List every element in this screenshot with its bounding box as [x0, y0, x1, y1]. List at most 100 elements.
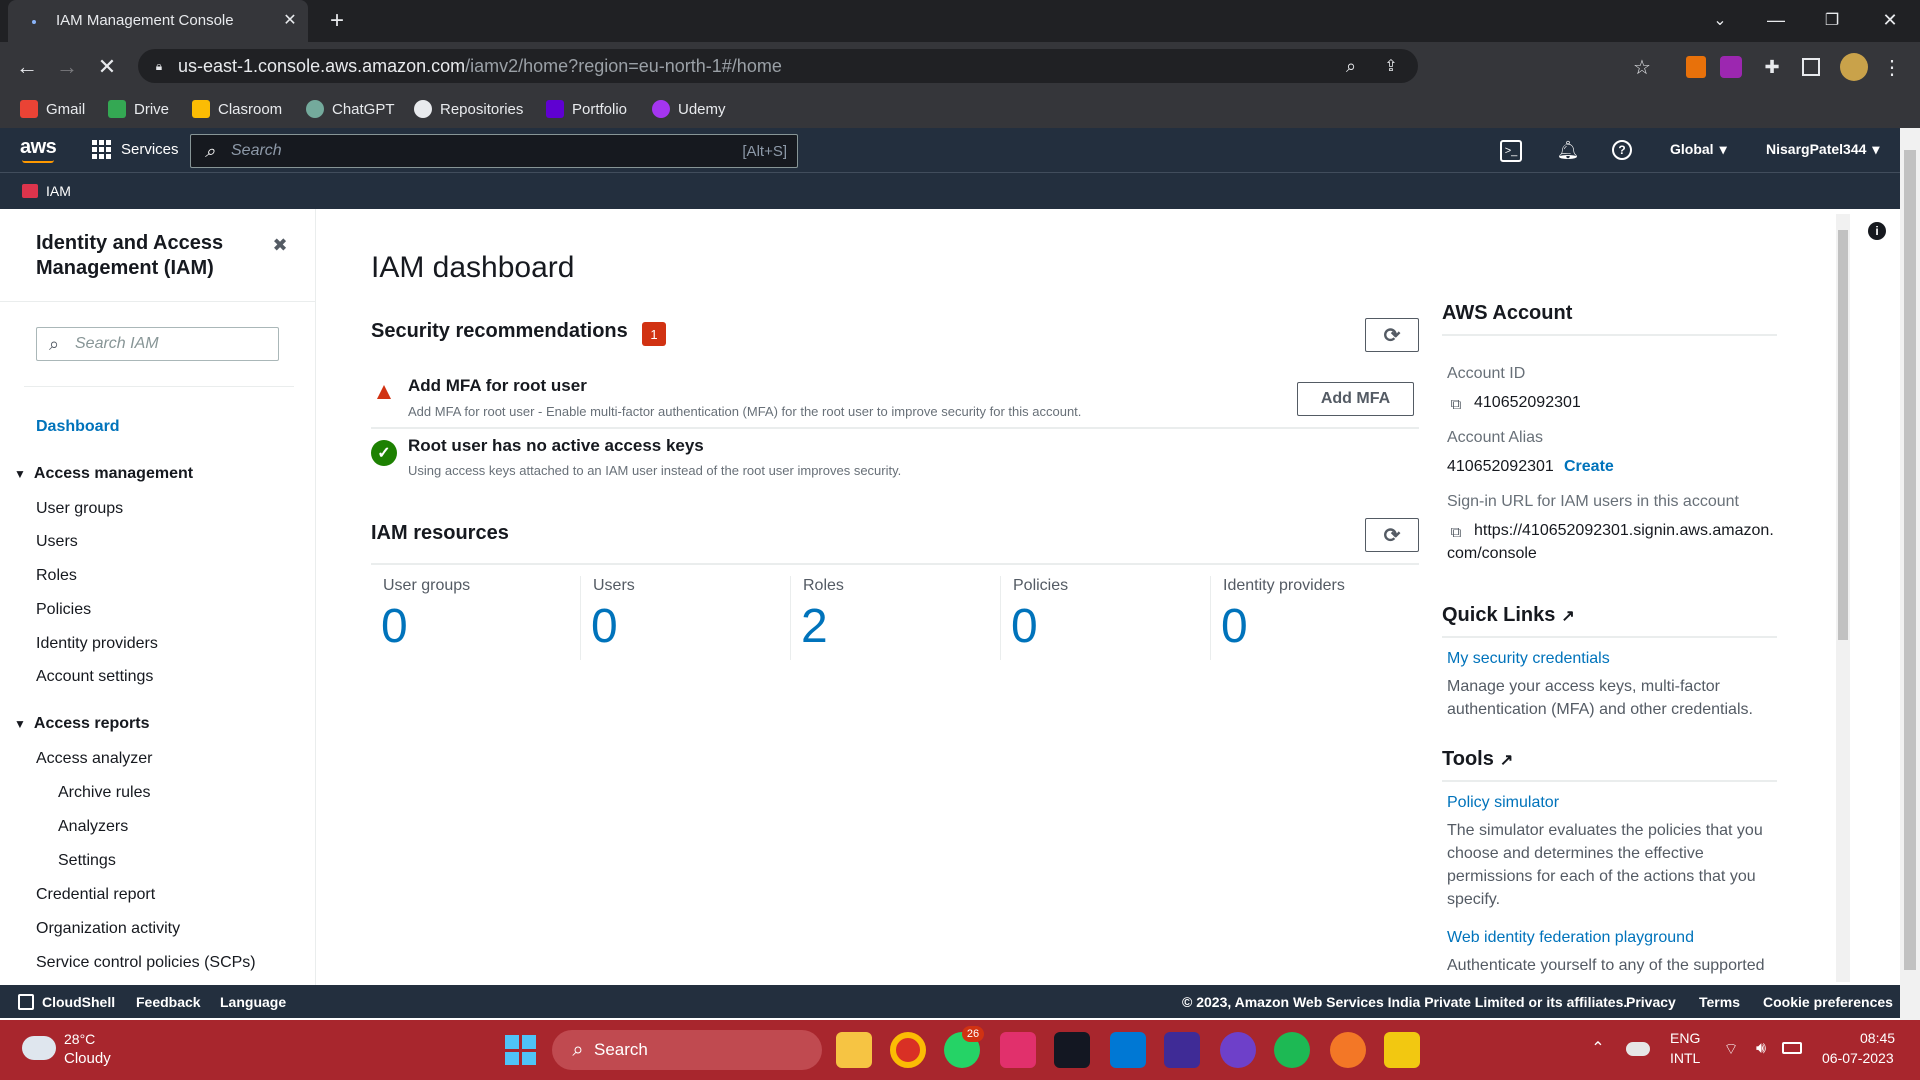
chevron-up-icon[interactable]: ⌃: [1588, 1038, 1608, 1058]
menu-icon[interactable]: ⋮: [1882, 55, 1902, 79]
sidebar-item-credential-report[interactable]: Credential report: [36, 886, 155, 904]
refresh-button[interactable]: ⟳: [1365, 318, 1419, 352]
cookie-preferences-link[interactable]: Cookie preferences: [1763, 994, 1893, 1010]
avatar[interactable]: [1840, 53, 1868, 81]
copy-icon[interactable]: ⧉: [1447, 523, 1465, 541]
sidebar-item-analyzers[interactable]: Analyzers: [58, 818, 128, 836]
sidebar-item-users[interactable]: Users: [36, 533, 78, 551]
feedback-link[interactable]: Feedback: [136, 994, 201, 1010]
info-icon[interactable]: i: [1868, 222, 1886, 240]
extension-icon[interactable]: [1686, 56, 1706, 78]
region-menu[interactable]: Global ▾: [1670, 141, 1727, 158]
extension-icon[interactable]: [1720, 56, 1742, 78]
web-identity-playground-link[interactable]: Web identity federation playground: [1447, 929, 1694, 947]
bell-icon[interactable]: 🔔︎: [1556, 138, 1580, 162]
sidebar-item-roles[interactable]: Roles: [36, 567, 77, 585]
browser-tab[interactable]: IAM Management Console ✕: [8, 0, 308, 42]
policy-simulator-link[interactable]: Policy simulator: [1447, 794, 1559, 812]
resource-count[interactable]: 0: [591, 599, 618, 654]
clock-time[interactable]: 08:45: [1860, 1030, 1895, 1046]
stop-loading-icon[interactable]: ✕: [94, 54, 120, 80]
sidebar-search-input[interactable]: ⌕ Search IAM: [36, 327, 279, 361]
bookmark-udemy[interactable]: Udemy: [652, 90, 726, 128]
puzzle-icon[interactable]: ✚: [1760, 55, 1784, 79]
sidebar-item-settings[interactable]: Settings: [58, 852, 116, 870]
github-desktop-icon[interactable]: [1220, 1032, 1256, 1068]
onedrive-icon[interactable]: [1626, 1042, 1650, 1056]
volume-icon[interactable]: 🔊︎: [1750, 1038, 1772, 1060]
resource-count[interactable]: 0: [381, 599, 408, 654]
back-icon[interactable]: ←: [14, 54, 40, 80]
sidebar-item-access-analyzer[interactable]: Access analyzer: [36, 750, 153, 768]
sidebar-item-dashboard[interactable]: Dashboard: [36, 418, 120, 436]
share-icon[interactable]: ⇪: [1380, 55, 1402, 77]
spotify-icon[interactable]: [1274, 1032, 1310, 1068]
bookmark-classroom[interactable]: Clasroom: [192, 90, 282, 128]
weather-desc[interactable]: Cloudy: [64, 1050, 111, 1067]
powerbi-icon[interactable]: [1384, 1032, 1420, 1068]
zoom-icon[interactable]: ⌕: [1340, 55, 1362, 77]
add-mfa-button[interactable]: Add MFA: [1297, 382, 1414, 416]
scrollbar-thumb[interactable]: [1904, 150, 1916, 970]
resource-card-policies[interactable]: Policies 0: [1001, 573, 1211, 661]
taskbar-search[interactable]: ⌕ Search: [552, 1030, 822, 1070]
sidebar-item-policies[interactable]: Policies: [36, 601, 91, 619]
close-window-icon[interactable]: ✕: [1878, 8, 1902, 32]
resource-card-identity-providers[interactable]: Identity providers 0: [1211, 573, 1421, 661]
bookmark-chatgpt[interactable]: ChatGPT: [306, 90, 395, 128]
vscode-icon[interactable]: [1110, 1032, 1146, 1068]
chevron-down-icon[interactable]: ⌄: [1708, 8, 1732, 32]
file-explorer-icon[interactable]: [836, 1032, 872, 1068]
jupyter-icon[interactable]: [1330, 1032, 1366, 1068]
sidebar-item-identity-providers[interactable]: Identity providers: [36, 635, 158, 653]
url-bar[interactable]: 🔒︎ us-east-1.console.aws.amazon.com/iamv…: [138, 49, 1418, 83]
bookmark-repositories[interactable]: Repositories: [414, 90, 523, 128]
bookmark-gmail[interactable]: Gmail: [20, 90, 85, 128]
bookmark-drive[interactable]: Drive: [108, 90, 169, 128]
section-access-reports[interactable]: ▼ Access reports: [14, 715, 150, 733]
restore-icon[interactable]: ❐: [1820, 8, 1844, 32]
sidebar-item-user-groups[interactable]: User groups: [36, 500, 123, 518]
battery-icon[interactable]: [1782, 1042, 1802, 1054]
resource-card-roles[interactable]: Roles 2: [791, 573, 1001, 661]
sidebar-item-organization-activity[interactable]: Organization activity: [36, 920, 180, 938]
resource-card-users[interactable]: Users 0: [581, 573, 791, 661]
terms-link[interactable]: Terms: [1699, 994, 1740, 1010]
close-tab-icon[interactable]: ✕: [280, 10, 300, 30]
close-icon[interactable]: ✖: [270, 235, 290, 255]
services-menu[interactable]: Services: [92, 140, 179, 159]
resource-count[interactable]: 2: [801, 599, 828, 654]
resource-count[interactable]: 0: [1221, 599, 1248, 654]
instagram-icon[interactable]: [1000, 1032, 1036, 1068]
page-scrollbar[interactable]: [1900, 128, 1920, 1023]
privacy-link[interactable]: Privacy: [1626, 994, 1676, 1010]
resource-card-user-groups[interactable]: User groups 0: [371, 573, 581, 661]
help-icon[interactable]: ?: [1612, 140, 1632, 160]
new-tab-icon[interactable]: +: [324, 7, 350, 34]
clock-date[interactable]: 06-07-2023: [1822, 1050, 1894, 1066]
weather-temp[interactable]: 28°C: [64, 1031, 95, 1047]
sidebar-item-scps[interactable]: Service control policies (SCPs): [36, 954, 256, 972]
resource-count[interactable]: 0: [1011, 599, 1038, 654]
section-access-management[interactable]: ▼ Access management: [14, 465, 193, 483]
app-icon[interactable]: [1164, 1032, 1200, 1068]
sidepanel-icon[interactable]: [1802, 58, 1820, 76]
tradingview-icon[interactable]: [1054, 1032, 1090, 1068]
forward-icon[interactable]: →: [54, 54, 80, 80]
scrollbar-thumb[interactable]: [1838, 230, 1848, 640]
sidebar-item-account-settings[interactable]: Account settings: [36, 668, 153, 686]
keyboard-layout[interactable]: INTL: [1670, 1050, 1700, 1066]
sidebar-item-archive-rules[interactable]: Archive rules: [58, 784, 150, 802]
copy-icon[interactable]: ⧉: [1447, 395, 1465, 413]
windows-start-icon[interactable]: [502, 1032, 538, 1068]
content-scrollbar[interactable]: [1836, 214, 1850, 982]
minimize-icon[interactable]: —: [1764, 8, 1788, 32]
language-link[interactable]: Language: [220, 994, 286, 1010]
create-alias-link[interactable]: Create: [1564, 458, 1614, 476]
cloudshell-icon[interactable]: >_: [1500, 140, 1522, 162]
aws-logo[interactable]: aws: [20, 136, 57, 159]
aws-search-input[interactable]: ⌕ Search [Alt+S]: [190, 134, 798, 168]
security-credentials-link[interactable]: My security credentials: [1447, 650, 1610, 668]
language-code[interactable]: ENG: [1670, 1030, 1700, 1046]
iam-favorite[interactable]: IAM: [22, 183, 71, 199]
